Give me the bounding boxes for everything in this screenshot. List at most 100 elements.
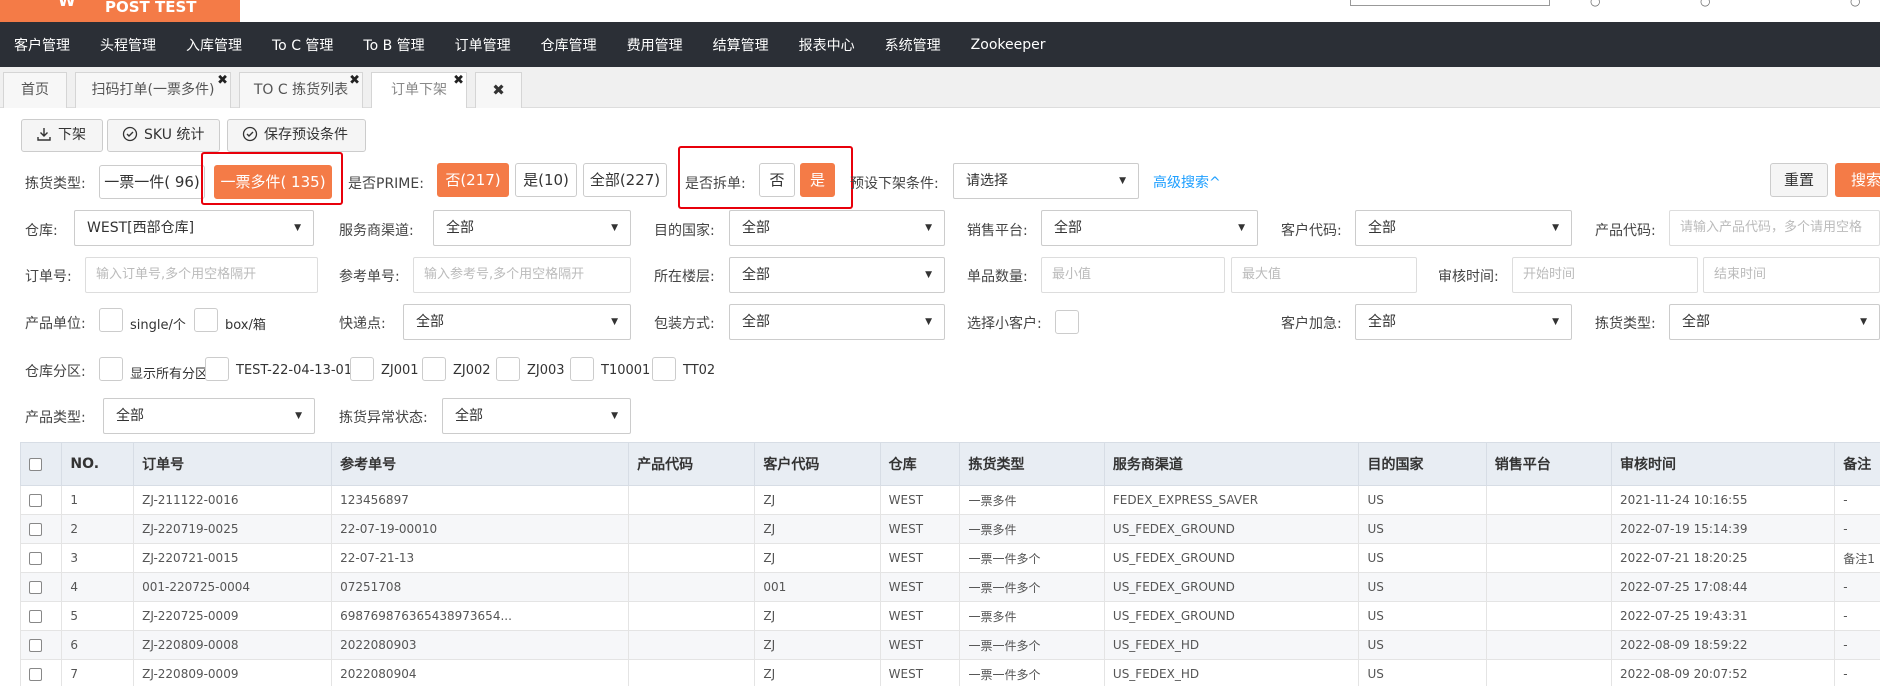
nav-settlement[interactable]: 结算管理 xyxy=(713,35,769,55)
express-select[interactable]: 全部 ▼ xyxy=(403,304,631,340)
audit-start-input[interactable]: 开始时间 xyxy=(1512,257,1698,293)
nav-zookeeper[interactable]: Zookeeper xyxy=(971,37,1046,53)
zone-label-text: ZJ001 xyxy=(381,363,419,378)
preset-label: 预设下架条件: xyxy=(850,176,939,192)
row-checkbox[interactable] xyxy=(29,581,42,594)
menu-icon[interactable]: ○ xyxy=(1700,0,1710,8)
small-customer-checkbox[interactable] xyxy=(1055,310,1079,334)
nav-report[interactable]: 报表中心 xyxy=(799,35,855,55)
product-type-select[interactable]: 全部 ▼ xyxy=(103,398,315,434)
table-cell: ZJ-220719-0025 xyxy=(133,514,333,544)
nav-to-c[interactable]: To C 管理 xyxy=(272,35,333,55)
column-header[interactable]: 拣货类型 xyxy=(959,442,1105,486)
prime-no-option[interactable]: 否(217) xyxy=(437,163,509,197)
table-row[interactable]: 4 001-220725-0004 07251708 001 WEST 一票一件多个 US_… xyxy=(19,572,1880,602)
pack-select[interactable]: 全部 ▼ xyxy=(729,304,945,340)
table-row[interactable]: 7 ZJ-220809-0009 2022080904 ZJ WEST 一票一件多个 US_… xyxy=(19,659,1880,686)
table-row[interactable]: 1 ZJ-211122-0016 123456897 ZJ WEST 一票多件 FEDEX_… xyxy=(19,485,1880,515)
zone-checkbox[interactable] xyxy=(652,357,676,381)
select-all-checkbox[interactable] xyxy=(29,457,42,471)
zone-checkbox[interactable] xyxy=(205,357,229,381)
close-icon[interactable]: ✖ xyxy=(217,64,228,98)
save-preset-button[interactable]: 保存预设条件 xyxy=(227,119,366,152)
column-header[interactable]: 审核时间 xyxy=(1611,442,1836,486)
table-row[interactable]: 5 ZJ-220725-0009 698769876365438973654... Z… xyxy=(19,601,1880,631)
zone-checkbox[interactable] xyxy=(422,357,446,381)
column-header[interactable]: 仓库 xyxy=(879,442,961,486)
column-header[interactable]: 服务商渠道 xyxy=(1103,442,1360,486)
channel-select[interactable]: 全部 ▼ xyxy=(433,210,631,246)
zone-all-checkbox[interactable] xyxy=(99,357,123,381)
nav-warehouse[interactable]: 仓库管理 xyxy=(541,35,597,55)
audit-end-input[interactable]: 结束时间 xyxy=(1703,257,1880,293)
settings-icon[interactable]: ○ xyxy=(1850,0,1860,8)
column-header[interactable]: 参考单号 xyxy=(331,442,630,486)
user-icon[interactable]: ○ xyxy=(1590,0,1600,8)
qty-max-input[interactable]: 最大值 xyxy=(1231,257,1417,293)
row-checkbox[interactable] xyxy=(29,639,42,652)
prime-all-option[interactable]: 全部(227) xyxy=(583,163,667,197)
close-icon[interactable]: ✖ xyxy=(349,64,360,98)
dest-select[interactable]: 全部 ▼ xyxy=(729,210,945,246)
close-icon[interactable]: ✖ xyxy=(453,64,464,98)
top-search-input[interactable] xyxy=(1350,0,1550,6)
row-checkbox[interactable] xyxy=(29,610,42,623)
nav-first-leg[interactable]: 头程管理 xyxy=(100,35,156,55)
zone-checkbox[interactable] xyxy=(496,357,520,381)
table-row[interactable]: 6 ZJ-220809-0008 2022080903 ZJ WEST 一票一件多个 US_… xyxy=(19,630,1880,660)
row-checkbox[interactable] xyxy=(29,494,42,507)
nav-fee[interactable]: 费用管理 xyxy=(627,35,683,55)
table-row[interactable]: 2 ZJ-220719-0025 22-07-19-00010 ZJ WEST 一票多件 U… xyxy=(19,514,1880,544)
column-header[interactable]: NO. xyxy=(61,442,135,486)
pick-type2-select[interactable]: 全部 ▼ xyxy=(1669,304,1880,340)
unit-box-checkbox[interactable] xyxy=(194,308,218,332)
sku-stats-button[interactable]: SKU 统计 xyxy=(107,119,220,152)
row-checkbox[interactable] xyxy=(29,668,42,681)
floor-label: 所在楼层: xyxy=(654,269,715,285)
customer-select[interactable]: 全部 ▼ xyxy=(1355,210,1572,246)
tab-order-offshelf[interactable]: 订单下架 ✖ xyxy=(371,72,467,108)
column-header[interactable]: 备注 xyxy=(1834,442,1880,486)
exception-select[interactable]: 全部 ▼ xyxy=(442,398,631,434)
nav-system[interactable]: 系统管理 xyxy=(885,35,941,55)
tab-toc-pick-list[interactable]: TO C 拣货列表 ✖ xyxy=(239,72,363,108)
qty-min-input[interactable]: 最小值 xyxy=(1041,257,1225,293)
column-header[interactable]: 产品代码 xyxy=(628,442,756,486)
table-row[interactable]: 3 ZJ-220721-0015 22-07-21-13 ZJ WEST 一票一件多个 US… xyxy=(19,543,1880,573)
offshelf-button[interactable]: 下架 xyxy=(21,119,103,152)
pick-single-option[interactable]: 一票一件( 96) xyxy=(99,165,205,199)
table-cell xyxy=(1485,630,1613,660)
order-no-input[interactable]: 输入订单号,多个用空格隔开 xyxy=(85,257,318,293)
column-header[interactable]: 客户代码 xyxy=(754,442,881,486)
nav-customer[interactable]: 客户管理 xyxy=(14,35,70,55)
warehouse-select[interactable]: WEST[西部仓库] ▼ xyxy=(74,210,314,246)
nav-order[interactable]: 订单管理 xyxy=(455,35,511,55)
reset-button[interactable]: 重置 xyxy=(1770,163,1828,197)
advanced-search-link[interactable]: 高级搜索^ xyxy=(1153,172,1221,192)
search-button[interactable]: 搜索 xyxy=(1835,163,1880,197)
ref-no-input[interactable]: 输入参考号,多个用空格隔开 xyxy=(413,257,631,293)
nav-inbound[interactable]: 入库管理 xyxy=(186,35,242,55)
preset-select[interactable]: 请选择 ▼ xyxy=(953,163,1139,199)
zone-checkbox[interactable] xyxy=(350,357,374,381)
column-header[interactable]: 销售平台 xyxy=(1485,442,1613,486)
tab-scan-print[interactable]: 扫码打单(一票多件) ✖ xyxy=(75,72,231,108)
product-code-input[interactable]: 请输入产品代码，多个请用空格 xyxy=(1669,210,1880,246)
row-checkbox[interactable] xyxy=(29,523,42,536)
zone-checkbox[interactable] xyxy=(570,357,594,381)
urgent-select[interactable]: 全部 ▼ xyxy=(1355,304,1572,340)
table-cell: - xyxy=(1834,572,1880,602)
table-cell: US xyxy=(1358,572,1487,602)
row-checkbox[interactable] xyxy=(29,552,42,565)
table-cell: ZJ xyxy=(754,601,881,631)
column-header[interactable]: 订单号 xyxy=(133,442,333,486)
caret-down-icon: ▼ xyxy=(611,411,618,421)
prime-yes-option[interactable]: 是(10) xyxy=(515,163,577,197)
tab-home[interactable]: 首页 xyxy=(3,72,67,108)
platform-select[interactable]: 全部 ▼ xyxy=(1041,210,1258,246)
column-header[interactable]: 目的国家 xyxy=(1358,442,1487,486)
floor-select[interactable]: 全部 ▼ xyxy=(729,257,945,293)
unit-single-checkbox[interactable] xyxy=(99,308,123,332)
nav-to-b[interactable]: To B 管理 xyxy=(363,35,424,55)
close-all-tabs-button[interactable]: ✖ xyxy=(475,72,522,108)
